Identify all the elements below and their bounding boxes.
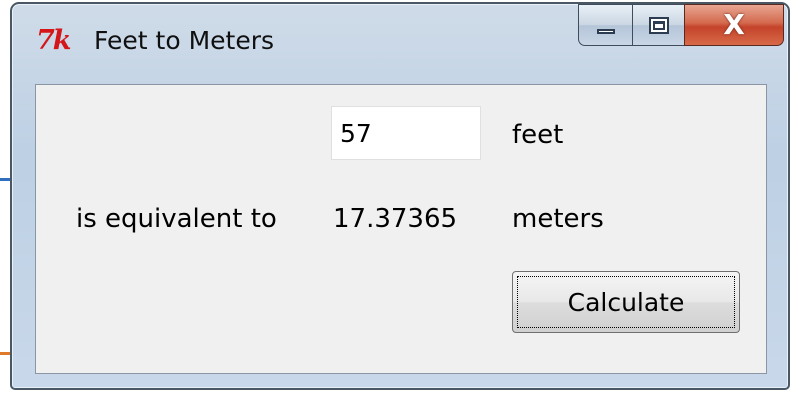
window-title: Feet to Meters [94, 26, 275, 55]
close-icon: X [723, 8, 745, 41]
feet-unit-label: feet [512, 120, 564, 150]
calculate-button-label: Calculate [517, 276, 735, 328]
minimize-button[interactable] [578, 4, 632, 46]
maximize-button[interactable] [632, 4, 684, 46]
equivalent-label: is equivalent to [76, 204, 277, 234]
calculate-button[interactable]: Calculate [512, 271, 740, 333]
caption-buttons: X [578, 4, 784, 46]
title-bar[interactable]: 7k Feet to Meters X [12, 4, 788, 74]
maximize-icon [648, 16, 669, 34]
close-button[interactable]: X [684, 4, 784, 46]
feet-input[interactable] [331, 106, 481, 160]
tk-feather-icon: 7k [36, 25, 71, 56]
app-window: 7k Feet to Meters X feet is equivalent t… [10, 2, 790, 390]
client-area: feet is equivalent to 17.37365 meters Ca… [35, 84, 767, 374]
meters-unit-label: meters [512, 204, 604, 234]
meters-result: 17.37365 [333, 204, 458, 234]
minimize-icon [596, 28, 615, 34]
